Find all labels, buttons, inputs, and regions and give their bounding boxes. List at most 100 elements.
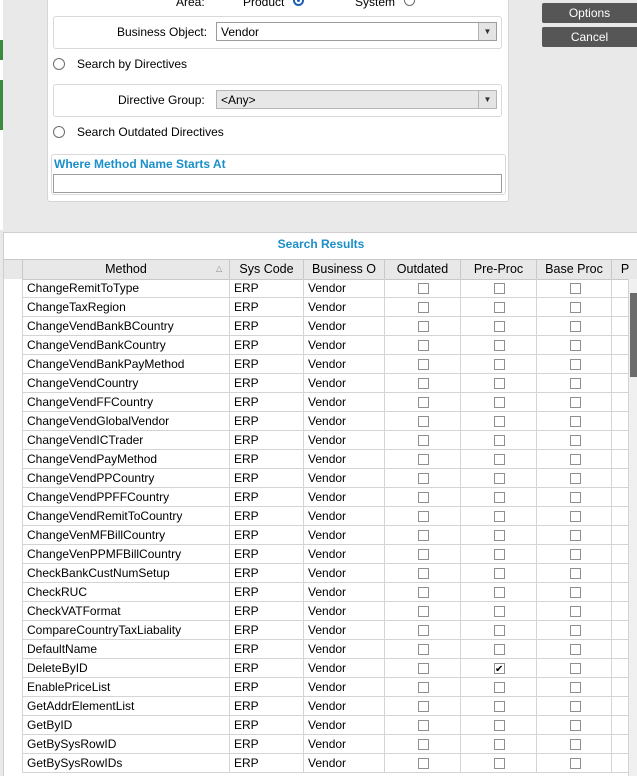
outdated-checkbox[interactable] [418,625,429,636]
method-cell[interactable]: ChangeVendBankBCountry [23,317,230,336]
row-selector[interactable] [4,298,23,317]
table-row[interactable]: CheckVATFormat ERP Vendor [4,602,637,621]
table-row[interactable]: CheckRUC ERP Vendor [4,583,637,602]
row-selector[interactable] [4,336,23,355]
table-row[interactable]: ChangeTaxRegion ERP Vendor [4,298,637,317]
base-proc-checkbox[interactable] [570,663,581,674]
sys-code-cell[interactable]: ERP [230,374,304,393]
row-selector[interactable] [4,279,23,298]
pre-proc-checkbox[interactable] [494,739,505,750]
column-header-pre-proc[interactable]: Pre-Proc [461,260,537,279]
row-selector[interactable] [4,355,23,374]
column-header-method[interactable]: Method [23,260,230,279]
method-cell[interactable]: ChangeTaxRegion [23,298,230,317]
business-object-cell[interactable]: Vendor [304,336,385,355]
row-selector[interactable] [4,659,23,678]
outdated-checkbox[interactable] [418,340,429,351]
sys-code-cell[interactable]: ERP [230,488,304,507]
base-proc-checkbox[interactable] [570,625,581,636]
pre-proc-checkbox[interactable] [494,661,505,678]
business-object-cell[interactable]: Vendor [304,640,385,659]
base-proc-checkbox[interactable] [570,739,581,750]
table-row[interactable]: ChangeVenMFBillCountry ERP Vendor [4,526,637,545]
table-row[interactable]: CheckBankCustNumSetup ERP Vendor [4,564,637,583]
sys-code-cell[interactable]: ERP [230,735,304,754]
method-cell[interactable]: ChangeVendICTrader [23,431,230,450]
table-row[interactable]: GetAddrElementList ERP Vendor [4,697,637,716]
business-object-cell[interactable]: Vendor [304,526,385,545]
base-proc-checkbox[interactable] [570,530,581,541]
business-object-cell[interactable]: Vendor [304,602,385,621]
table-row[interactable]: GetByID ERP Vendor [4,716,637,735]
row-selector[interactable] [4,507,23,526]
method-cell[interactable]: ChangeVendRemitToCountry [23,507,230,526]
pre-proc-checkbox[interactable] [494,606,505,617]
base-proc-checkbox[interactable] [570,473,581,484]
sys-code-cell[interactable]: ERP [230,469,304,488]
table-row[interactable]: ChangeVendPPCountry ERP Vendor [4,469,637,488]
pre-proc-checkbox[interactable] [494,568,505,579]
table-row[interactable]: CompareCountryTaxLiabality ERP Vendor [4,621,637,640]
outdated-checkbox[interactable] [418,359,429,370]
base-proc-checkbox[interactable] [570,378,581,389]
base-proc-checkbox[interactable] [570,720,581,731]
pre-proc-checkbox[interactable] [494,416,505,427]
base-proc-checkbox[interactable] [570,511,581,522]
base-proc-checkbox[interactable] [570,321,581,332]
sys-code-cell[interactable]: ERP [230,564,304,583]
row-selector[interactable] [4,697,23,716]
outdated-checkbox[interactable] [418,435,429,446]
pre-proc-checkbox[interactable] [494,530,505,541]
sys-code-cell[interactable]: ERP [230,298,304,317]
product-radio[interactable] [293,0,304,6]
business-object-cell[interactable]: Vendor [304,716,385,735]
sys-code-cell[interactable]: ERP [230,317,304,336]
table-row[interactable]: ChangeVenPPMFBillCountry ERP Vendor [4,545,637,564]
method-cell[interactable]: ChangeVendPayMethod [23,450,230,469]
pre-proc-checkbox[interactable] [494,283,505,294]
business-object-cell[interactable]: Vendor [304,374,385,393]
sys-code-cell[interactable]: ERP [230,583,304,602]
outdated-checkbox[interactable] [418,302,429,313]
options-button[interactable]: Options [542,3,637,23]
row-selector[interactable] [4,412,23,431]
pre-proc-checkbox[interactable] [494,511,505,522]
method-cell[interactable]: ChangeVendPPFFCountry [23,488,230,507]
base-proc-checkbox[interactable] [570,454,581,465]
pre-proc-checkbox[interactable] [494,625,505,636]
base-proc-checkbox[interactable] [570,416,581,427]
outdated-checkbox[interactable] [418,397,429,408]
table-row[interactable]: ChangeVendCountry ERP Vendor [4,374,637,393]
method-cell[interactable]: ChangeVendPPCountry [23,469,230,488]
table-row[interactable]: EnablePriceList ERP Vendor [4,678,637,697]
pre-proc-checkbox[interactable] [494,701,505,712]
column-header-business-object[interactable]: Business O [304,260,385,279]
row-selector[interactable] [4,488,23,507]
row-selector[interactable] [4,754,23,773]
outdated-checkbox[interactable] [418,701,429,712]
outdated-checkbox[interactable] [418,568,429,579]
method-cell[interactable]: ChangeVenMFBillCountry [23,526,230,545]
pre-proc-checkbox[interactable] [494,359,505,370]
sys-code-cell[interactable]: ERP [230,678,304,697]
pre-proc-checkbox[interactable] [494,321,505,332]
business-object-cell[interactable]: Vendor [304,488,385,507]
sys-code-cell[interactable]: ERP [230,697,304,716]
base-proc-checkbox[interactable] [570,435,581,446]
base-proc-checkbox[interactable] [570,587,581,598]
row-selector[interactable] [4,621,23,640]
sys-code-cell[interactable]: ERP [230,279,304,298]
business-object-cell[interactable]: Vendor [304,735,385,754]
table-row[interactable]: ChangeVendPayMethod ERP Vendor [4,450,637,469]
business-object-cell[interactable]: Vendor [304,317,385,336]
table-row[interactable]: ChangeVendICTrader ERP Vendor [4,431,637,450]
business-object-cell[interactable]: Vendor [304,393,385,412]
pre-proc-checkbox[interactable] [494,682,505,693]
cancel-button[interactable]: Cancel [542,27,637,47]
base-proc-checkbox[interactable] [570,302,581,313]
row-selector[interactable] [4,526,23,545]
base-proc-checkbox[interactable] [570,492,581,503]
base-proc-checkbox[interactable] [570,359,581,370]
vertical-scrollbar[interactable] [628,279,637,776]
table-row[interactable]: ChangeVendFFCountry ERP Vendor [4,393,637,412]
